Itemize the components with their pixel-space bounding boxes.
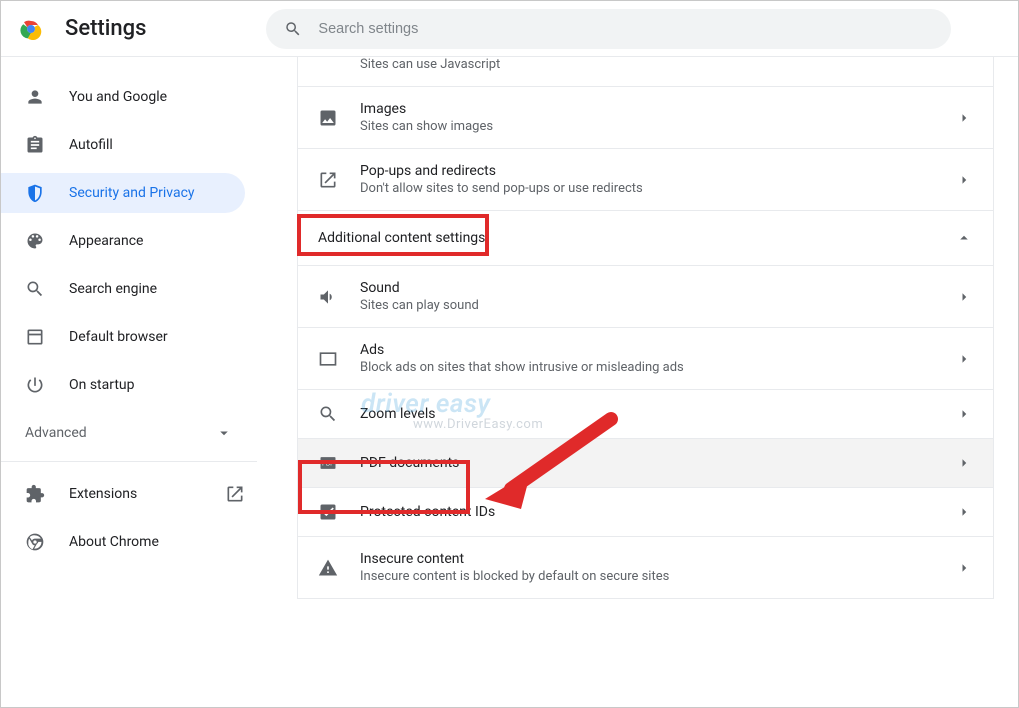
chevron-right-icon	[955, 171, 973, 189]
sidebar-item-label: Default browser	[69, 329, 168, 345]
row-subtitle: Sites can use Javascript	[360, 57, 500, 72]
person-icon	[25, 87, 45, 107]
chevron-right-icon	[955, 503, 973, 521]
insecure-content-row[interactable]: Insecure content Insecure content is blo…	[298, 536, 993, 598]
javascript-row-partial: Sites can use Javascript	[298, 57, 993, 86]
settings-panel: Sites can use Javascript Images Sites ca…	[297, 57, 994, 599]
sidebar-item-appearance[interactable]: Appearance	[1, 221, 245, 261]
row-title: Zoom levels	[360, 406, 955, 422]
warning-icon	[318, 558, 338, 578]
images-row[interactable]: Images Sites can show images	[298, 86, 993, 148]
row-title: Ads	[360, 342, 955, 358]
section-title: Additional content settings	[318, 230, 955, 246]
row-subtitle: Block ads on sites that show intrusive o…	[360, 360, 955, 375]
sidebar-item-default-browser[interactable]: Default browser	[1, 317, 245, 357]
search-icon	[284, 20, 302, 38]
row-subtitle: Sites can show images	[360, 119, 955, 134]
sidebar-item-autofill[interactable]: Autofill	[1, 125, 245, 165]
sidebar-item-label: Search engine	[69, 281, 157, 297]
protected-content-row[interactable]: Protected content IDs	[298, 487, 993, 536]
extensions-icon	[25, 484, 45, 504]
popups-row[interactable]: Pop-ups and redirects Don't allow sites …	[298, 148, 993, 210]
chevron-right-icon	[955, 109, 973, 127]
pdf-icon: PDF	[318, 453, 338, 473]
chrome-logo-icon	[19, 17, 43, 41]
app-title: Settings	[65, 16, 146, 41]
sidebar-item-on-startup[interactable]: On startup	[1, 365, 245, 405]
palette-icon	[25, 231, 45, 251]
chevron-down-icon	[215, 424, 233, 442]
search-icon	[25, 279, 45, 299]
chevron-right-icon	[955, 405, 973, 423]
content-area: Sites can use Javascript Images Sites ca…	[257, 57, 1018, 707]
row-title: Protected content IDs	[360, 504, 955, 520]
sidebar-item-label: About Chrome	[69, 534, 159, 550]
sidebar-item-about-chrome[interactable]: About Chrome	[1, 522, 245, 562]
sidebar-item-security-privacy[interactable]: Security and Privacy	[1, 173, 245, 213]
image-icon	[318, 108, 338, 128]
pdf-documents-row[interactable]: PDF PDF documents	[298, 438, 993, 487]
chrome-outline-icon	[25, 532, 45, 552]
open-external-icon	[318, 170, 338, 190]
sidebar-item-label: You and Google	[69, 89, 167, 105]
sidebar-item-extensions[interactable]: Extensions	[1, 474, 245, 514]
ads-icon	[318, 349, 338, 369]
row-title: Images	[360, 101, 955, 117]
open-external-icon	[225, 484, 245, 504]
sidebar-item-label: Extensions	[69, 486, 137, 502]
search-input[interactable]	[318, 21, 933, 37]
row-subtitle: Insecure content is blocked by default o…	[360, 569, 955, 584]
row-title: Insecure content	[360, 551, 955, 567]
chevron-right-icon	[955, 350, 973, 368]
sound-row[interactable]: Sound Sites can play sound	[298, 265, 993, 327]
sidebar-item-label: On startup	[69, 377, 135, 393]
sidebar-item-label: Security and Privacy	[69, 185, 195, 201]
sidebar: You and Google Autofill Security and Pri…	[1, 57, 257, 707]
sidebar-item-search-engine[interactable]: Search engine	[1, 269, 245, 309]
check-box-icon	[318, 502, 338, 522]
search-icon	[318, 404, 338, 424]
shield-icon	[25, 183, 45, 203]
advanced-label: Advanced	[25, 425, 87, 441]
header: Settings	[1, 1, 1018, 57]
row-title: Sound	[360, 280, 955, 296]
chevron-up-icon	[955, 229, 973, 247]
row-title: PDF documents	[360, 455, 955, 471]
power-icon	[25, 375, 45, 395]
sidebar-item-you-and-google[interactable]: You and Google	[1, 77, 245, 117]
search-box[interactable]	[266, 9, 951, 49]
sidebar-item-label: Autofill	[69, 137, 113, 153]
browser-icon	[25, 327, 45, 347]
zoom-row[interactable]: Zoom levels	[298, 389, 993, 438]
ads-row[interactable]: Ads Block ads on sites that show intrusi…	[298, 327, 993, 389]
chevron-right-icon	[955, 288, 973, 306]
clipboard-icon	[25, 135, 45, 155]
svg-text:PDF: PDF	[322, 462, 334, 468]
row-subtitle: Sites can play sound	[360, 298, 955, 313]
chevron-right-icon	[955, 559, 973, 577]
row-subtitle: Don't allow sites to send pop-ups or use…	[360, 181, 955, 196]
chevron-right-icon	[955, 454, 973, 472]
additional-content-settings-header[interactable]: Additional content settings	[298, 210, 993, 265]
row-title: Pop-ups and redirects	[360, 163, 955, 179]
sidebar-advanced-toggle[interactable]: Advanced	[1, 413, 257, 453]
sound-icon	[318, 287, 338, 307]
divider	[1, 461, 257, 462]
sidebar-item-label: Appearance	[69, 233, 143, 249]
